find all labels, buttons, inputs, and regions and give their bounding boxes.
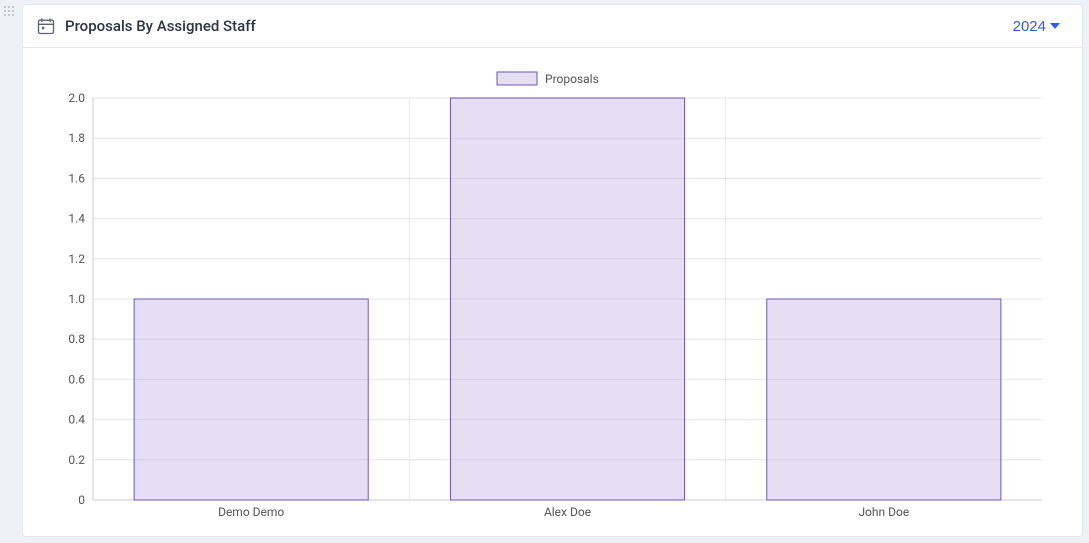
year-label: 2024 bbox=[1013, 18, 1046, 35]
calendar-icon bbox=[35, 15, 57, 37]
bar[interactable] bbox=[450, 98, 684, 500]
card-header: Proposals By Assigned Staff 2024 bbox=[23, 5, 1082, 48]
card-title: Proposals By Assigned Staff bbox=[65, 17, 256, 35]
bar[interactable] bbox=[134, 299, 368, 500]
bar-chart: Proposals 0 0.2 0.4 0.6 0.8 1.0 1.2 1.4 1.6 1.8 2.0… bbox=[53, 68, 1052, 526]
bar[interactable] bbox=[767, 299, 1001, 500]
y-tick-label: 1.2 bbox=[68, 252, 85, 266]
x-tick-label: Alex Doe bbox=[544, 505, 591, 519]
y-tick-label: 0.6 bbox=[68, 372, 85, 386]
y-tick-label: 1.8 bbox=[68, 131, 85, 145]
year-dropdown[interactable]: 2024 bbox=[1007, 17, 1066, 36]
chart-card: Proposals By Assigned Staff 2024 Proposa… bbox=[22, 4, 1083, 537]
y-tick-label: 0.8 bbox=[68, 332, 85, 346]
y-tick-label: 1.6 bbox=[68, 171, 85, 185]
legend: Proposals bbox=[497, 72, 599, 86]
drag-handle[interactable] bbox=[4, 6, 16, 18]
chart-area: Proposals 0 0.2 0.4 0.6 0.8 1.0 1.2 1.4 1.6 1.8 2.0… bbox=[23, 48, 1082, 536]
y-tick-label: 1.0 bbox=[68, 292, 85, 306]
y-tick-label: 0.2 bbox=[68, 453, 85, 467]
x-tick-label: John Doe bbox=[858, 505, 909, 519]
y-tick-label: 1.4 bbox=[68, 212, 85, 226]
chevron-down-icon bbox=[1050, 23, 1060, 29]
y-tick-label: 2.0 bbox=[68, 91, 85, 105]
x-tick-label: Demo Demo bbox=[218, 505, 284, 519]
y-tick-label: 0 bbox=[78, 493, 85, 507]
legend-label: Proposals bbox=[545, 72, 599, 86]
y-tick-label: 0.4 bbox=[68, 413, 85, 427]
